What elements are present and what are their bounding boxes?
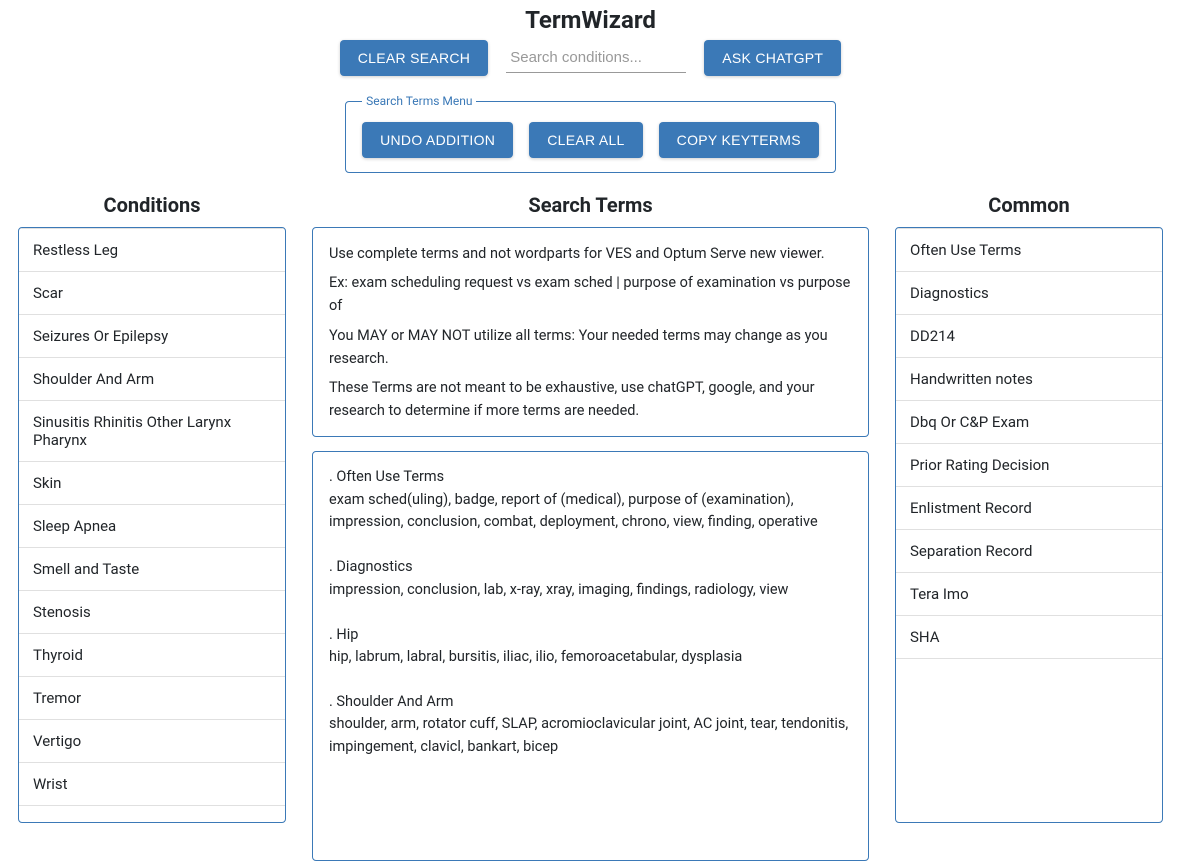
search-terms-heading: Search Terms — [312, 193, 869, 217]
instructions-panel: Use complete terms and not wordparts for… — [312, 227, 869, 437]
condition-item[interactable]: Wrist — [19, 763, 285, 806]
condition-item[interactable]: Thyroid — [19, 634, 285, 677]
common-list: Often Use TermsDiagnosticsDD214Handwritt… — [895, 227, 1163, 823]
clear-search-button[interactable]: CLEAR SEARCH — [340, 40, 489, 76]
condition-item[interactable]: Shoulder And Arm — [19, 358, 285, 401]
instruction-line: Ex: exam scheduling request vs exam sche… — [329, 271, 852, 317]
copy-keyterms-button[interactable]: COPY KEYTERMS — [659, 122, 819, 158]
condition-item[interactable]: Restless Leg — [19, 228, 285, 272]
common-item[interactable]: Often Use Terms — [896, 228, 1162, 272]
undo-addition-button[interactable]: UNDO ADDITION — [362, 122, 513, 158]
app-title: TermWizard — [0, 0, 1181, 40]
condition-item[interactable]: Tremor — [19, 677, 285, 720]
instruction-line: Use complete terms and not wordparts for… — [329, 242, 852, 265]
common-item[interactable]: SHA — [896, 616, 1162, 659]
terms-output: . Often Use Terms exam sched(uling), bad… — [312, 451, 869, 861]
instruction-line: These Terms are not meant to be exhausti… — [329, 376, 852, 422]
ask-chatgpt-button[interactable]: ASK CHATGPT — [704, 40, 841, 76]
condition-item[interactable]: Stenosis — [19, 591, 285, 634]
condition-item[interactable]: Seizures Or Epilepsy — [19, 315, 285, 358]
clear-all-button[interactable]: CLEAR ALL — [529, 122, 642, 158]
common-item[interactable]: Separation Record — [896, 530, 1162, 573]
condition-item[interactable]: Skin — [19, 462, 285, 505]
condition-item[interactable]: Scar — [19, 272, 285, 315]
common-item[interactable]: Diagnostics — [896, 272, 1162, 315]
conditions-heading: Conditions — [18, 193, 286, 217]
condition-item[interactable]: Vertigo — [19, 720, 285, 763]
condition-item[interactable]: Sinusitis Rhinitis Other Larynx Pharynx — [19, 401, 285, 462]
common-item[interactable]: Prior Rating Decision — [896, 444, 1162, 487]
conditions-list[interactable]: Restless LegScarSeizures Or EpilepsyShou… — [18, 227, 286, 823]
common-item[interactable]: Dbq Or C&P Exam — [896, 401, 1162, 444]
common-heading: Common — [895, 193, 1163, 217]
condition-item[interactable]: Sleep Apnea — [19, 505, 285, 548]
search-terms-menu: Search Terms Menu UNDO ADDITION CLEAR AL… — [345, 94, 836, 173]
search-terms-menu-legend: Search Terms Menu — [362, 94, 476, 108]
common-item[interactable]: Tera Imo — [896, 573, 1162, 616]
instruction-line: You MAY or MAY NOT utilize all terms: Yo… — [329, 324, 852, 370]
common-item[interactable]: Handwritten notes — [896, 358, 1162, 401]
common-item[interactable]: DD214 — [896, 315, 1162, 358]
search-input[interactable] — [506, 43, 686, 73]
common-item[interactable]: Enlistment Record — [896, 487, 1162, 530]
condition-item[interactable]: Smell and Taste — [19, 548, 285, 591]
top-controls: CLEAR SEARCH ASK CHATGPT — [0, 40, 1181, 76]
